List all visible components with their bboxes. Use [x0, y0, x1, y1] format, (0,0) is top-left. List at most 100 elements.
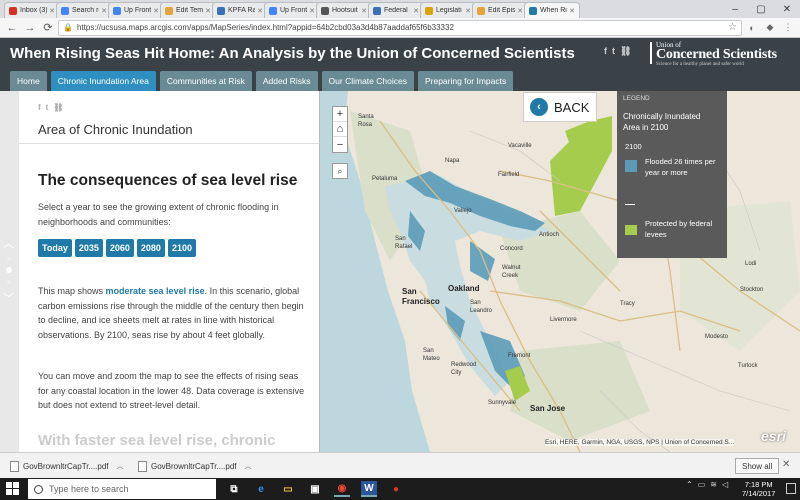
download-item[interactable]: GovBrownltrCapTr....pdf ︿: [10, 458, 124, 474]
link-icon[interactable]: ⛓: [620, 46, 631, 57]
facebook-icon[interactable]: f: [604, 46, 607, 57]
twitter-icon[interactable]: t: [46, 103, 49, 112]
browser-tab-active[interactable]: When Ri ✕: [524, 2, 580, 18]
esri-logo[interactable]: esri: [761, 428, 786, 444]
map-view[interactable]: Santa Rosa Napa Vacaville Fairfield Peta…: [320, 91, 800, 452]
map-canvas[interactable]: [320, 91, 800, 452]
chevron-up-icon[interactable]: ︿: [3, 235, 14, 251]
map-label: Lodi: [745, 261, 757, 267]
map-attribution[interactable]: Esri, HERE, Garmin, NGA, USGS, NPS | Uni…: [545, 439, 735, 446]
download-item[interactable]: GovBrownltrCapTr....pdf ︿: [138, 458, 252, 474]
tab-favicon-icon: [9, 6, 17, 15]
tab-close-icon[interactable]: ✕: [309, 7, 315, 15]
minimize-button[interactable]: –: [722, 0, 748, 18]
tab-communities-at-risk[interactable]: Communities at Risk: [159, 71, 252, 91]
browser-tab[interactable]: Federal ✕: [368, 2, 424, 18]
close-window-button[interactable]: ✕: [774, 0, 800, 18]
notification-icon[interactable]: [786, 483, 796, 494]
link-icon[interactable]: ⛓: [53, 103, 63, 112]
extension-icon[interactable]: ◆: [762, 20, 778, 36]
menu-icon[interactable]: ⋮: [780, 20, 796, 36]
word-icon[interactable]: W: [361, 481, 377, 497]
browser-tab[interactable]: Up Front ✕: [108, 2, 164, 18]
chevron-up-icon[interactable]: ︿: [117, 461, 124, 471]
browser-tab[interactable]: Up Front ✕: [264, 2, 320, 18]
tab-close-icon[interactable]: ✕: [257, 7, 263, 15]
edge-icon[interactable]: e: [253, 481, 269, 497]
clock[interactable]: 7:18 PM 7/14/2017: [742, 480, 775, 498]
tab-our-climate-choices[interactable]: Our Climate Choices: [321, 71, 414, 91]
tab-favicon-icon: [61, 6, 69, 15]
map-label: Walnut Creek: [502, 265, 521, 279]
tab-chronic-inundation-area[interactable]: Chronic Inundation Area: [50, 71, 156, 91]
task-view-icon[interactable]: ⧉: [226, 481, 242, 497]
wifi-icon[interactable]: ≋: [710, 480, 717, 489]
moderate-sea-level-rise-link[interactable]: moderate sea level rise: [106, 286, 205, 296]
tab-close-icon[interactable]: ✕: [101, 7, 107, 15]
forward-arrow-icon[interactable]: →: [22, 20, 38, 36]
tab-close-icon[interactable]: ✕: [569, 7, 575, 15]
instructions-text: You can move and zoom the map to see the…: [38, 371, 305, 410]
extension-icon[interactable]: ◐: [744, 20, 760, 36]
chevron-up-icon[interactable]: ⌃: [686, 480, 693, 489]
legend-swatch-levees: [625, 225, 637, 235]
browser-tab[interactable]: Edit Epis ✕: [472, 2, 528, 18]
tab-close-icon[interactable]: ✕: [465, 7, 471, 15]
volume-icon[interactable]: ◁: [722, 480, 728, 489]
back-button[interactable]: ‹ BACK: [523, 92, 597, 122]
tab-home[interactable]: Home: [10, 71, 47, 91]
year-2080-button[interactable]: 2080: [136, 239, 165, 257]
reload-icon[interactable]: ⟳: [40, 20, 56, 36]
browser-tab[interactable]: Edit Tem ✕: [160, 2, 216, 18]
year-2035-button[interactable]: 2035: [74, 239, 103, 257]
browser-tab[interactable]: Hootsuit ✕: [316, 2, 372, 18]
close-icon[interactable]: ✕: [782, 459, 790, 470]
browser-tab-bar: Inbox (3)✕ Search re✕ Up Front✕ Edit Tem…: [0, 0, 800, 18]
zoom-in-button[interactable]: +: [333, 107, 347, 122]
bookmark-star-icon[interactable]: ☆: [728, 22, 737, 33]
facebook-icon[interactable]: f: [38, 103, 41, 112]
app-icon[interactable]: ●: [388, 481, 404, 497]
tab-preparing-for-impacts[interactable]: Preparing for Impacts: [417, 71, 514, 91]
battery-icon[interactable]: ▭: [698, 480, 706, 489]
map-label: Antioch: [539, 232, 560, 238]
maximize-button[interactable]: ▢: [748, 0, 774, 18]
taskbar-search-input[interactable]: Type here to search: [28, 479, 216, 499]
browser-tab[interactable]: Legislati ✕: [420, 2, 476, 18]
year-2060-button[interactable]: 2060: [105, 239, 134, 257]
tab-added-risks[interactable]: Added Risks: [255, 71, 318, 91]
year-2100-button[interactable]: 2100: [167, 239, 196, 257]
windows-start-icon[interactable]: [6, 482, 20, 496]
tab-close-icon[interactable]: ✕: [517, 7, 523, 15]
zoom-out-button[interactable]: −: [333, 137, 347, 152]
home-icon[interactable]: ⌂: [333, 122, 347, 137]
map-label: Livermore: [550, 317, 577, 323]
ucs-logo[interactable]: Union of Concerned Scientists Science fo…: [650, 40, 792, 68]
tab-close-icon[interactable]: ✕: [153, 7, 159, 15]
chevron-up-icon[interactable]: ︿: [245, 461, 252, 471]
browser-tab[interactable]: KPFA Ra ✕: [212, 2, 268, 18]
chrome-icon[interactable]: ◉: [334, 481, 350, 497]
legend-divider: [625, 204, 635, 205]
store-icon[interactable]: ▣: [307, 481, 323, 497]
browser-tab[interactable]: Search re✕: [56, 2, 112, 18]
search-icon[interactable]: ⌕: [332, 163, 348, 179]
nav-dot[interactable]: [7, 257, 11, 261]
year-today-button[interactable]: Today: [38, 239, 72, 257]
legend-label-flooded: Flooded 26 times per year or more: [645, 157, 716, 177]
nav-dot[interactable]: [7, 280, 11, 284]
tab-close-icon[interactable]: ✕: [413, 7, 419, 15]
browser-tab[interactable]: Inbox (3) ✕: [4, 2, 60, 18]
file-explorer-icon[interactable]: ▭: [280, 481, 296, 497]
tab-close-icon[interactable]: ✕: [49, 7, 55, 15]
show-all-button[interactable]: Show all: [735, 458, 780, 474]
back-arrow-icon[interactable]: ←: [4, 20, 20, 36]
map-label: San Francisco: [402, 287, 440, 306]
tab-close-icon[interactable]: ✕: [205, 7, 211, 15]
url-field[interactable]: 🔒 https://ucsusa.maps.arcgis.com/apps/Ma…: [58, 19, 742, 36]
twitter-icon[interactable]: t: [612, 46, 615, 57]
tab-close-icon[interactable]: ✕: [361, 7, 367, 15]
nav-dot-active[interactable]: [6, 267, 12, 273]
legend-label-levees: Protected by federal levees: [645, 219, 713, 239]
chevron-down-icon[interactable]: ﹀: [3, 290, 14, 306]
